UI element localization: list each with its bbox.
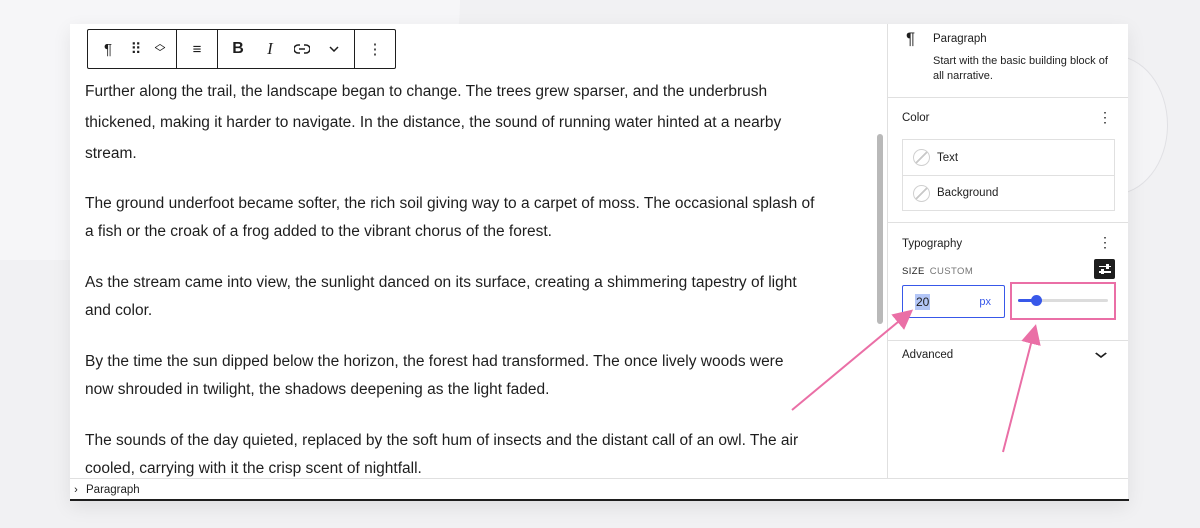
size-label-text: SIZE (902, 266, 925, 277)
size-label-sub: CUSTOM (929, 266, 974, 277)
color-item-text[interactable]: Text (903, 140, 1114, 175)
toolbar-group-align: ≡ (177, 30, 218, 68)
block-card: ¶ Paragraph Start with the basic buildin… (888, 24, 1128, 98)
editor-scrollbar[interactable] (877, 134, 883, 324)
color-panel: Color ⋮ Text Background (888, 98, 1128, 223)
slider-thumb[interactable] (1031, 295, 1042, 306)
toolbar-group-block: ¶ ⠿ ︿ ﹀ (88, 30, 177, 68)
toggle-line-icon (1098, 269, 1111, 274)
italic-button[interactable]: I (254, 30, 286, 68)
color-panel-title: Color (902, 112, 930, 124)
editor-window: ¶ ⠿ ︿ ﹀ ≡ B I ⋮ Further along the trail,… (70, 24, 1128, 501)
empty-swatch-icon (913, 149, 930, 166)
paragraph-block[interactable]: As the stream came into view, the sunlig… (85, 269, 815, 325)
paragraph-block[interactable]: The sounds of the day quieted, replaced … (85, 427, 815, 478)
typography-options-kebab-icon[interactable]: ⋮ (1098, 235, 1112, 249)
editor-canvas: ¶ ⠿ ︿ ﹀ ≡ B I ⋮ Further along the trail,… (70, 24, 888, 478)
typography-panel: Typography ⋮ SIZE CUSTOM 20 px (888, 223, 1128, 340)
paragraph-block[interactable]: The ground underfoot became softer, the … (85, 190, 815, 246)
block-toolbar: ¶ ⠿ ︿ ﹀ ≡ B I ⋮ (87, 29, 396, 69)
post-content: Further along the trail, the landscape b… (85, 76, 815, 478)
color-item-label: Text (937, 151, 959, 164)
window-edge (70, 499, 1129, 501)
custom-size-toggle-icon[interactable] (1094, 259, 1115, 279)
chevron-down-icon (1095, 345, 1108, 361)
link-icon[interactable] (286, 30, 318, 68)
paragraph-block-icon: ¶ (906, 29, 916, 48)
toolbar-group-options: ⋮ (355, 30, 395, 68)
block-title: Paragraph (933, 33, 987, 45)
paragraph-block[interactable]: By the time the sun dipped below the hor… (85, 348, 815, 404)
paragraph-block[interactable]: Further along the trail, the landscape b… (85, 76, 815, 169)
color-options-kebab-icon[interactable]: ⋮ (1098, 110, 1112, 124)
toolbar-group-format: B I (218, 30, 355, 68)
typography-panel-title: Typography (902, 238, 963, 250)
move-up-down-icon[interactable]: ︿ ﹀ (148, 30, 172, 68)
paragraph-icon[interactable]: ¶ (92, 30, 124, 68)
empty-swatch-icon (913, 184, 930, 202)
font-size-slider[interactable] (1018, 295, 1108, 306)
more-formatting-chevron-icon[interactable] (318, 30, 350, 68)
settings-sidebar: ¶ Paragraph Start with the basic buildin… (887, 24, 1128, 478)
font-size-value[interactable]: 20 (915, 293, 931, 310)
advanced-panel-toggle[interactable]: Advanced (888, 340, 1128, 370)
advanced-panel-title: Advanced (902, 349, 954, 361)
bold-button[interactable]: B (222, 30, 254, 68)
font-size-unit-select[interactable]: px (979, 296, 991, 308)
block-description: Start with the basic building block of a… (933, 55, 1108, 82)
align-icon[interactable]: ≡ (181, 30, 213, 68)
options-kebab-icon[interactable]: ⋮ (359, 30, 391, 68)
color-list: Text Background (902, 139, 1115, 211)
color-item-label: Background (937, 187, 999, 199)
drag-handle-icon[interactable]: ⠿ (124, 30, 148, 68)
breadcrumb-chevron-icon: › (74, 484, 78, 496)
toggle-line-icon (1098, 264, 1111, 268)
breadcrumb-item[interactable]: Paragraph (86, 484, 140, 496)
color-item-background[interactable]: Background (903, 175, 1114, 210)
font-size-slider-highlight (1010, 282, 1116, 320)
move-down-icon[interactable]: ﹀ (155, 48, 166, 59)
font-size-input[interactable]: 20 px (902, 285, 1005, 318)
block-breadcrumb-bar: › Paragraph (70, 478, 1128, 501)
font-size-label: SIZE CUSTOM (902, 266, 973, 277)
